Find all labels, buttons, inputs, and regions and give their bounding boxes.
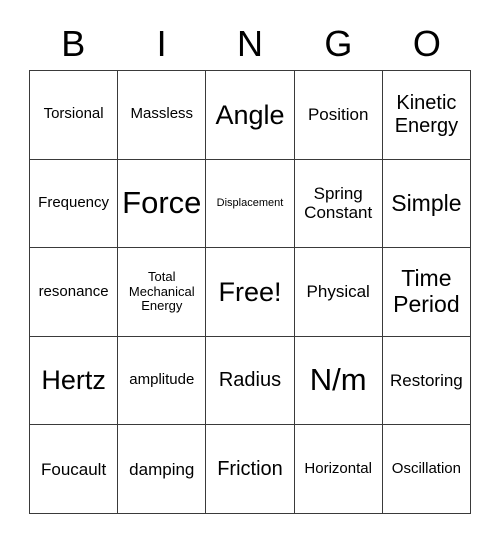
bingo-cell-label: Position xyxy=(307,105,369,125)
bingo-cell[interactable]: Foucault xyxy=(30,425,119,514)
bingo-cell[interactable]: Displacement xyxy=(206,159,295,249)
bingo-cell[interactable]: Position xyxy=(294,71,383,160)
bingo-cell[interactable]: resonance xyxy=(30,248,119,337)
bingo-cell-label: Angle xyxy=(215,99,285,130)
bingo-cell[interactable]: N/m xyxy=(294,336,383,426)
bingo-cell-label: N/m xyxy=(309,362,367,398)
bingo-cell-label: Massless xyxy=(130,105,194,123)
bingo-cell-label: Time Period xyxy=(393,265,460,317)
bingo-cell[interactable]: Physical xyxy=(294,248,383,337)
bingo-cell[interactable]: Total Mechanical Energy xyxy=(118,248,207,337)
header-letter-o: O xyxy=(412,23,441,64)
bingo-cell-label: Oscillation xyxy=(391,459,461,477)
bingo-free-space[interactable]: Free! xyxy=(206,248,295,337)
bingo-cell-label: Total Mechanical Energy xyxy=(128,269,195,314)
bingo-cell[interactable]: Radius xyxy=(206,336,295,426)
bingo-cell-label: Restoring xyxy=(390,371,463,391)
bingo-cell-label: Torsional xyxy=(43,105,104,123)
bingo-cell-label: Spring Constant xyxy=(304,184,373,223)
bingo-cell-label: Radius xyxy=(218,369,282,392)
header-letter-b: B xyxy=(61,23,86,64)
bingo-cell[interactable]: Force xyxy=(118,159,207,249)
bingo-cell-label: Foucault xyxy=(40,459,107,479)
bingo-cell-label: Physical xyxy=(306,282,370,302)
bingo-cell-label: Displacement xyxy=(216,197,284,210)
bingo-cell[interactable]: Time Period xyxy=(382,248,471,337)
bingo-cell-label: amplitude xyxy=(129,371,195,389)
bingo-cell[interactable]: Hertz xyxy=(30,336,119,426)
bingo-cell[interactable]: Restoring xyxy=(382,336,471,426)
bingo-header: B I N G O xyxy=(29,18,471,70)
bingo-cell-label: Free! xyxy=(218,276,282,307)
bingo-cell-label: Frequency xyxy=(38,193,110,211)
bingo-cell[interactable]: Horizontal xyxy=(294,425,383,514)
bingo-card: B I N G O Torsional Massless Angle Position… xyxy=(0,0,500,544)
bingo-cell[interactable]: amplitude xyxy=(118,336,207,426)
bingo-cell-label: Simple xyxy=(391,189,462,216)
bingo-cell-label: Friction xyxy=(217,457,283,480)
header-letter-i: I xyxy=(156,23,167,64)
bingo-cell-label: Hertz xyxy=(41,365,106,396)
header-letter-g: G xyxy=(324,23,353,64)
bingo-cell[interactable]: Kinetic Energy xyxy=(382,71,471,160)
header-letter-n: N xyxy=(237,23,264,64)
bingo-cell[interactable]: Friction xyxy=(206,425,295,514)
bingo-cell-label: resonance xyxy=(38,282,109,300)
bingo-cell[interactable]: Torsional xyxy=(30,71,119,160)
bingo-cell-label: damping xyxy=(129,459,195,479)
bingo-cell[interactable]: Massless xyxy=(118,71,207,160)
bingo-cell-label: Kinetic Energy xyxy=(394,92,459,137)
bingo-cell[interactable]: Spring Constant xyxy=(294,159,383,249)
bingo-cell-label: Horizontal xyxy=(304,459,372,477)
bingo-cell[interactable]: Frequency xyxy=(30,159,119,249)
bingo-cell[interactable]: Oscillation xyxy=(382,425,471,514)
bingo-grid: Torsional Massless Angle Position Kinetic En… xyxy=(29,70,471,514)
bingo-cell[interactable]: damping xyxy=(118,425,207,514)
bingo-cell-label: Force xyxy=(122,185,202,221)
bingo-cell[interactable]: Angle xyxy=(206,71,295,160)
bingo-cell[interactable]: Simple xyxy=(382,159,471,249)
